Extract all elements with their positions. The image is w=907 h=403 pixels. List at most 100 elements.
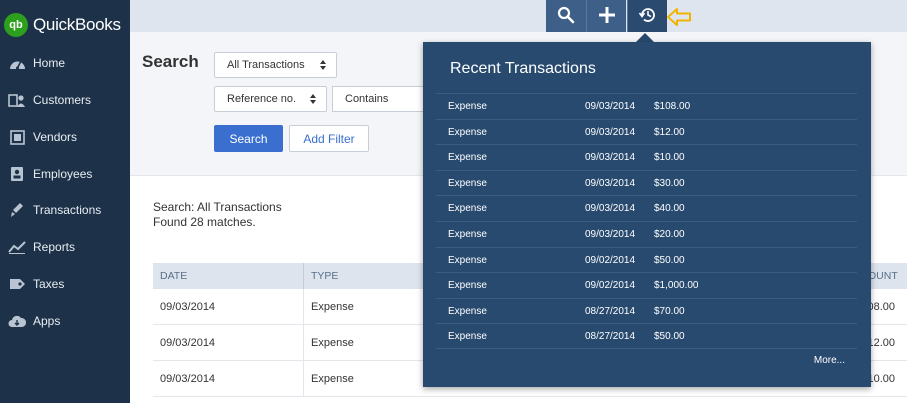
recent-type: Expense bbox=[448, 280, 487, 292]
recent-transaction-row[interactable]: Expense 09/03/2014 $10.00 bbox=[436, 144, 857, 170]
recent-amount: $12.00 bbox=[654, 126, 685, 138]
popover-title: Recent Transactions bbox=[450, 60, 596, 77]
sidebar-item-label: Employees bbox=[33, 167, 93, 181]
sort-caret-icon bbox=[309, 93, 317, 108]
arrow-left-icon bbox=[666, 7, 692, 30]
recent-transaction-row[interactable]: Expense 09/03/2014 $40.00 bbox=[436, 195, 857, 221]
cell-date: 09/03/2014 bbox=[160, 301, 216, 313]
recent-type: Expense bbox=[448, 254, 487, 266]
sidebar-item-reports[interactable]: Reports bbox=[0, 232, 130, 262]
sidebar-item-label: Taxes bbox=[33, 277, 65, 291]
recent-amount: $30.00 bbox=[654, 177, 685, 189]
sidebar-item-employees[interactable]: Employees bbox=[0, 159, 130, 189]
cell-date: 09/03/2014 bbox=[160, 373, 216, 385]
vendors-icon bbox=[8, 129, 26, 145]
recent-amount: $108.00 bbox=[654, 101, 691, 112]
recent-type: Expense bbox=[448, 101, 487, 112]
employees-icon bbox=[8, 166, 26, 182]
column-divider bbox=[303, 361, 304, 397]
transactions-icon bbox=[8, 202, 26, 218]
recent-date: 09/02/2014 bbox=[585, 280, 636, 292]
sidebar-item-label: Apps bbox=[33, 314, 61, 328]
transaction-type-value: All Transactions bbox=[227, 59, 305, 71]
quickbooks-logo[interactable]: qb QuickBooks bbox=[4, 12, 121, 38]
sidebar-item-transactions[interactable]: Transactions bbox=[0, 195, 130, 225]
recent-type: Expense bbox=[448, 305, 487, 317]
results-query-text: Search: All Transactions bbox=[153, 200, 282, 214]
recent-transaction-row[interactable]: Expense 09/02/2014 $1,000.00 bbox=[436, 272, 857, 298]
recent-type: Expense bbox=[448, 229, 487, 240]
recent-transaction-row[interactable]: Expense 08/27/2014 $50.00 bbox=[436, 323, 857, 349]
recent-date: 08/27/2014 bbox=[585, 305, 636, 317]
more-link[interactable]: More... bbox=[814, 355, 845, 366]
sidebar-item-label: Reports bbox=[33, 240, 76, 254]
recent-type: Expense bbox=[448, 203, 487, 215]
filter-operator-field[interactable]: Contains bbox=[332, 86, 424, 112]
recent-transactions-popover: Recent Transactions Expense 09/03/2014 $… bbox=[423, 42, 871, 387]
recent-transaction-row[interactable]: Expense 09/03/2014 $12.00 bbox=[436, 118, 857, 145]
recent-date: 09/02/2014 bbox=[585, 254, 636, 266]
recent-amount: $50.00 bbox=[654, 254, 685, 266]
create-button[interactable] bbox=[586, 0, 626, 32]
customers-icon bbox=[8, 92, 26, 108]
recent-type: Expense bbox=[448, 177, 487, 189]
recent-date: 09/03/2014 bbox=[585, 177, 636, 189]
search-icon bbox=[557, 6, 575, 27]
sidebar-item-label: Transactions bbox=[33, 203, 102, 217]
filter-field-select[interactable]: Reference no. bbox=[214, 86, 327, 112]
top-bar bbox=[130, 0, 907, 32]
taxes-icon bbox=[8, 276, 26, 292]
recent-date: 09/03/2014 bbox=[585, 101, 636, 112]
search-button[interactable]: Search bbox=[214, 125, 283, 152]
transaction-type-select[interactable]: All Transactions bbox=[214, 52, 337, 78]
sidebar-item-label: Customers bbox=[33, 93, 92, 107]
sidebar-item-customers[interactable]: Customers bbox=[0, 85, 130, 115]
sidebar-item-taxes[interactable]: Taxes bbox=[0, 269, 130, 299]
recent-transaction-row[interactable]: Expense 09/03/2014 $30.00 bbox=[436, 169, 857, 196]
column-divider bbox=[303, 325, 304, 361]
filter-operator-value: Contains bbox=[345, 93, 389, 105]
recent-date: 09/03/2014 bbox=[585, 152, 636, 164]
column-header-date[interactable]: DATE bbox=[160, 263, 187, 289]
sidebar-item-home[interactable]: Home bbox=[0, 48, 130, 78]
cell-type: Expense bbox=[311, 337, 354, 349]
results-summary: Search: All Transactions Found 28 matche… bbox=[153, 200, 282, 230]
dashboard-icon bbox=[8, 55, 26, 71]
sidebar-item-label: Vendors bbox=[33, 130, 78, 144]
recent-transaction-row[interactable]: Expense 08/27/2014 $70.00 bbox=[436, 297, 857, 324]
cell-type: Expense bbox=[311, 301, 354, 313]
cell-type: Expense bbox=[311, 373, 354, 385]
plus-icon bbox=[598, 6, 616, 27]
app-window: qb QuickBooks Home Customers Vendors Emp… bbox=[0, 0, 907, 403]
recent-amount: $1,000.00 bbox=[654, 280, 699, 292]
recent-date: 09/03/2014 bbox=[585, 126, 636, 138]
recent-amount: $40.00 bbox=[654, 203, 685, 215]
column-header-type[interactable]: TYPE bbox=[311, 263, 338, 289]
apps-icon bbox=[8, 313, 26, 329]
recent-type: Expense bbox=[448, 126, 487, 138]
add-filter-button[interactable]: Add Filter bbox=[289, 125, 369, 152]
sidebar-item-apps[interactable]: Apps bbox=[0, 306, 130, 336]
recent-amount: $50.00 bbox=[654, 331, 685, 343]
recent-type: Expense bbox=[448, 152, 487, 164]
sidebar-item-vendors[interactable]: Vendors bbox=[0, 122, 130, 152]
app-name: QuickBooks bbox=[33, 15, 121, 34]
recent-type: Expense bbox=[448, 331, 487, 343]
recent-transactions-icon bbox=[638, 6, 658, 27]
recent-amount: $20.00 bbox=[654, 229, 685, 240]
column-header-amount[interactable]: OUNT bbox=[868, 263, 898, 289]
recent-amount: $10.00 bbox=[654, 152, 685, 164]
column-divider bbox=[303, 289, 304, 325]
recent-transactions-button[interactable] bbox=[627, 0, 667, 32]
column-divider bbox=[303, 263, 304, 289]
recent-transaction-row[interactable]: Expense 09/02/2014 $50.00 bbox=[436, 246, 857, 273]
recent-transaction-row[interactable]: Expense 09/03/2014 $108.00 bbox=[436, 93, 857, 119]
sort-caret-icon bbox=[319, 59, 327, 74]
reports-icon bbox=[8, 239, 26, 255]
recent-date: 09/03/2014 bbox=[585, 229, 636, 240]
recent-transaction-row[interactable]: Expense 09/03/2014 $20.00 bbox=[436, 221, 857, 247]
search-button[interactable] bbox=[546, 0, 586, 32]
results-count-text: Found 28 matches. bbox=[153, 215, 256, 229]
page-title: Search bbox=[142, 52, 199, 71]
recent-amount: $70.00 bbox=[654, 305, 685, 317]
